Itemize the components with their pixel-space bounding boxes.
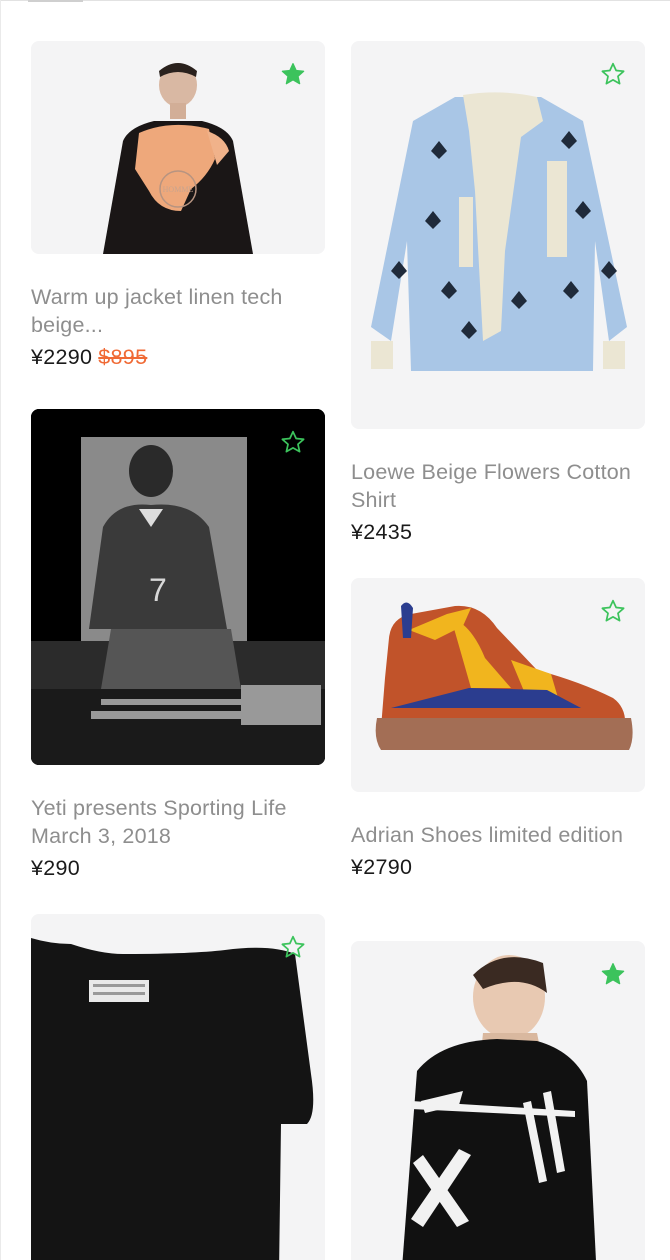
product-image[interactable]: 7 [31, 409, 325, 765]
product-image[interactable] [31, 914, 325, 1260]
product-feed-screen: HOMME Warm up jacket linen tech beige...… [0, 0, 670, 1260]
tab-indicator [28, 0, 83, 2]
product-price: ¥2290 [31, 345, 93, 369]
man-black-arrows-jacket-image [351, 941, 645, 1260]
price-row: ¥2435 [351, 517, 645, 547]
product-card[interactable]: HOMME Warm up jacket linen tech beige...… [31, 41, 325, 372]
dj-bw-photo-image: 7 [31, 409, 325, 765]
product-price: ¥290 [31, 856, 81, 880]
product-image[interactable] [351, 578, 645, 792]
price-row: ¥2290 $895 [31, 342, 325, 372]
favorite-star-icon[interactable] [600, 961, 626, 987]
product-card[interactable] [351, 941, 645, 1260]
product-image[interactable] [351, 41, 645, 429]
product-card[interactable]: Adrian Shoes limited edition ¥2790 [351, 578, 645, 882]
favorite-star-icon[interactable] [280, 429, 306, 455]
product-title[interactable]: Warm up jacket linen tech beige... [31, 283, 325, 339]
product-title[interactable]: Adrian Shoes limited edition [351, 821, 645, 849]
product-image[interactable] [351, 941, 645, 1260]
product-card[interactable] [31, 914, 325, 1260]
product-price: ¥2435 [351, 520, 413, 544]
product-title[interactable]: Loewe Beige Flowers Cotton Shirt [351, 458, 645, 514]
product-title[interactable]: Yeti presents Sporting Life March 3, 201… [31, 794, 325, 850]
favorite-star-icon[interactable] [600, 61, 626, 87]
price-row: ¥2790 [351, 852, 645, 882]
blue-floral-shirt-image [351, 41, 645, 429]
favorite-star-icon[interactable] [280, 934, 306, 960]
black-tshirt-image [31, 914, 325, 1260]
favorite-star-icon[interactable] [600, 598, 626, 624]
product-card[interactable]: Loewe Beige Flowers Cotton Shirt ¥2435 [351, 41, 645, 547]
price-row: ¥290 [31, 853, 325, 883]
product-image[interactable]: HOMME [31, 41, 325, 254]
original-price: $895 [98, 345, 148, 369]
favorite-star-icon[interactable] [280, 61, 306, 87]
left-edge-line [0, 0, 1, 1260]
product-card[interactable]: 7 Yeti presents Sporting Life March 3, 2… [31, 409, 325, 883]
header-divider [0, 0, 670, 1]
product-price: ¥2790 [351, 855, 413, 879]
svg-text:HOMME: HOMME [163, 185, 194, 194]
svg-text:7: 7 [149, 572, 167, 608]
